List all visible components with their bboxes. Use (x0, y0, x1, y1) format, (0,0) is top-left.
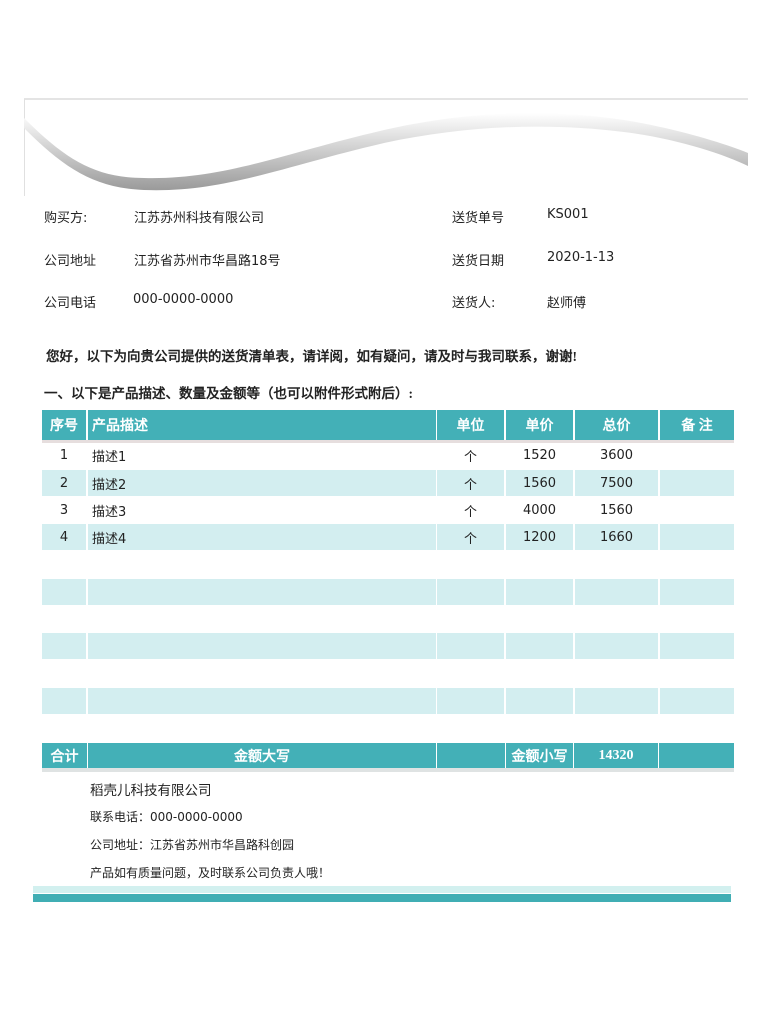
table-row-empty (42, 606, 734, 632)
cell-empty (575, 688, 658, 714)
buyer-address-value: 江苏省苏州市华昌路18号 (134, 254, 281, 269)
cell-empty (575, 579, 658, 605)
cell-empty (437, 579, 504, 605)
delivery-person-value: 赵师傅 (547, 296, 587, 311)
table-row: 3 描述3 个 4000 1560 (42, 497, 734, 523)
cell-note (660, 524, 734, 550)
cell-total-price: 1560 (599, 502, 634, 518)
buyer-name-label: 购买方: (44, 211, 88, 226)
section-title: 一、以下是产品描述、数量及金额等（也可以附件形式附后）: (44, 386, 413, 401)
cell-unit-price: 4000 (522, 502, 557, 518)
header-description: 产品描述 (88, 410, 436, 440)
cell-empty (660, 633, 734, 659)
cell-empty (42, 688, 86, 714)
cell-unit: 个 (463, 504, 477, 520)
cell-description: 描述4 (88, 524, 436, 550)
cell-unit-price: 1200 (506, 524, 573, 550)
table-row-empty (42, 661, 734, 687)
footer-phone: 联系电话：000-0000-0000 (90, 810, 243, 824)
delivery-date-value: 2020-1-13 (547, 250, 615, 265)
cell-description: 描述1 (92, 449, 127, 465)
cell-empty (42, 633, 86, 659)
cell-description: 描述2 (88, 470, 436, 496)
cell-empty (88, 579, 436, 605)
footer-company: 稻壳儿科技有限公司 (90, 783, 212, 799)
cell-unit: 个 (463, 449, 477, 465)
cell-note (660, 442, 734, 468)
header-wave-decoration (24, 98, 748, 196)
cell-unit-price: 1560 (506, 470, 573, 496)
footer-address: 公司地址：江苏省苏州市华昌路科创园 (90, 838, 295, 852)
cell-empty (88, 688, 436, 714)
cell-note (660, 470, 734, 496)
cell-empty (437, 633, 504, 659)
table-row-empty (42, 633, 734, 659)
table-row: 4 描述4 个 1200 1660 (42, 524, 734, 550)
buyer-name-value: 江苏苏州科技有限公司 (134, 211, 265, 226)
delivery-person-label: 送货人: (452, 296, 496, 311)
header-unit-price: 单价 (506, 410, 573, 440)
buyer-address-label: 公司地址 (44, 254, 97, 269)
cell-no: 2 (42, 470, 86, 496)
amount-figures-label: 金额小写 (506, 743, 573, 768)
header-no: 序号 (42, 410, 86, 440)
cell-empty (506, 633, 573, 659)
cell-empty (660, 579, 734, 605)
amount-words-value (437, 743, 505, 768)
footer-bar-light (33, 886, 731, 893)
cell-unit-price: 1520 (522, 447, 557, 463)
amount-words-label: 金额大写 (88, 743, 436, 768)
buyer-phone-value: 000-0000-0000 (133, 292, 234, 307)
cell-total-price: 3600 (599, 447, 634, 463)
cell-empty (437, 688, 504, 714)
cell-unit: 个 (437, 470, 504, 496)
cell-empty (88, 633, 436, 659)
table-row-empty (42, 579, 734, 605)
cell-empty (660, 688, 734, 714)
cell-empty (506, 688, 573, 714)
cell-no: 4 (42, 524, 86, 550)
header-note: 备 注 (660, 410, 734, 440)
amount-figures-value: 14320 (574, 743, 658, 768)
cell-description: 描述3 (92, 504, 127, 520)
total-label: 合计 (42, 743, 87, 768)
header-total-price: 总价 (575, 410, 658, 440)
table-row: 1 描述1 个 1520 3600 (42, 442, 734, 468)
cell-no: 3 (59, 502, 69, 518)
table-row-empty (42, 551, 734, 577)
header-unit: 单位 (437, 410, 504, 440)
cell-empty (575, 633, 658, 659)
cell-total-price: 1660 (575, 524, 658, 550)
cell-empty (42, 579, 86, 605)
delivery-number-value: KS001 (547, 207, 589, 222)
footer-bar-dark (33, 894, 731, 902)
cell-total-price: 7500 (575, 470, 658, 496)
delivery-number-label: 送货单号 (452, 211, 505, 226)
table-row-empty (42, 688, 734, 714)
total-note (659, 743, 734, 768)
cell-no: 1 (59, 447, 69, 463)
delivery-date-label: 送货日期 (452, 254, 505, 269)
footer-notice: 产品如有质量问题，及时联系公司负责人哦！ (90, 866, 331, 880)
table-header: 序号 产品描述 单位 单价 总价 备 注 (42, 410, 734, 443)
table-total-row: 合计 金额大写 金额小写 14320 (42, 743, 734, 772)
cell-empty (506, 579, 573, 605)
greeting-text: 您好，以下为向贵公司提供的送货清单表，请详阅，如有疑问，请及时与我司联系，谢谢! (46, 349, 577, 364)
buyer-phone-label: 公司电话 (44, 296, 97, 311)
cell-unit: 个 (437, 524, 504, 550)
table-row: 2 描述2 个 1560 7500 (42, 470, 734, 496)
cell-note (660, 497, 734, 523)
